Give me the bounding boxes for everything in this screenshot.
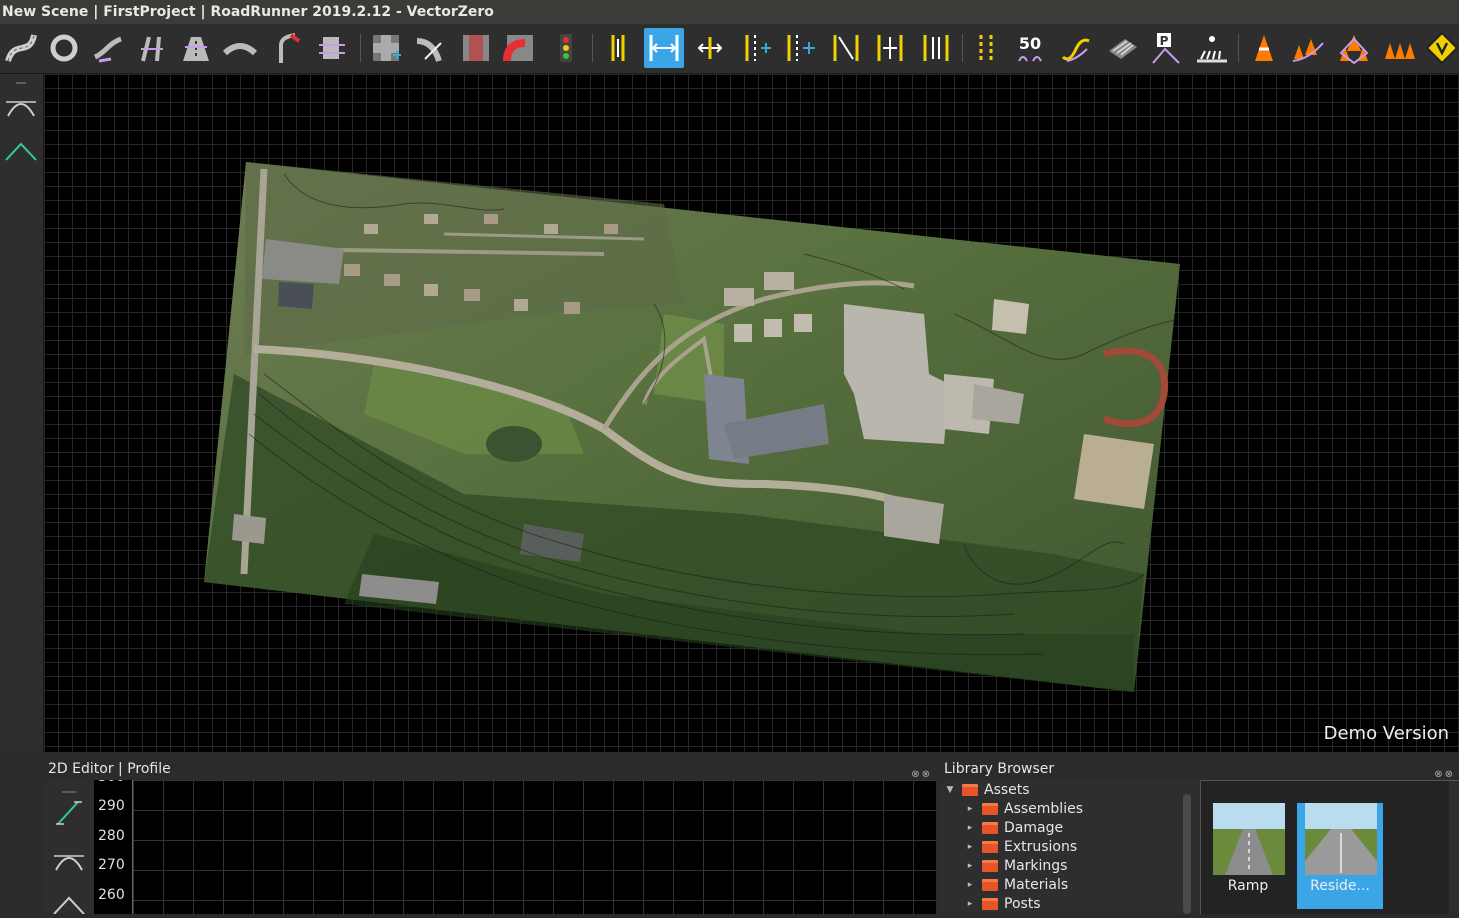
tree-item-materials[interactable]: ▸ Materials <box>964 875 1068 894</box>
2d-editor-tool-icon[interactable] <box>312 28 352 68</box>
tree-item-posts[interactable]: ▸ Posts <box>964 894 1041 913</box>
speed-sign-tool-icon[interactable]: 50 <box>1010 28 1050 68</box>
divider-icon <box>4 74 38 84</box>
chevron-right-icon[interactable]: ▸ <box>964 880 976 890</box>
marking-align-tool-icon[interactable] <box>916 28 956 68</box>
folder-icon <box>982 802 998 815</box>
tree-item-damage[interactable]: ▸ Damage <box>964 818 1063 837</box>
marking-span-tool-icon[interactable] <box>780 28 820 68</box>
signal-tool-icon[interactable] <box>546 28 586 68</box>
chevron-right-icon[interactable]: ▸ <box>964 804 976 814</box>
asset-label: Reside... <box>1310 878 1370 894</box>
axis-tick: 270 <box>98 857 125 873</box>
junction-edit-tool-icon[interactable] <box>500 28 540 68</box>
parking-tool-icon[interactable]: P <box>1146 28 1186 68</box>
left-toolbar <box>0 74 44 752</box>
curve-marking-tool-icon[interactable] <box>1056 28 1096 68</box>
slope-tool-icon[interactable] <box>52 890 86 915</box>
profile-panel-header: 2D Editor | Profile ⊗⊗ <box>44 756 936 780</box>
profile-panel-title: 2D Editor | Profile <box>48 761 171 777</box>
chevron-right-icon[interactable]: ▸ <box>964 899 976 909</box>
aerial-imagery <box>204 162 1181 692</box>
library-panel-title: Library Browser <box>944 761 1055 777</box>
tree-item-assemblies[interactable]: ▸ Assemblies <box>964 799 1083 818</box>
tree-item-extrusions[interactable]: ▸ Extrusions <box>964 837 1077 856</box>
folder-icon <box>982 878 998 891</box>
axis-tick: 290 <box>98 798 125 814</box>
marking-point-tool-icon[interactable] <box>690 28 730 68</box>
circle-road-tool-icon[interactable] <box>44 28 84 68</box>
folder-icon <box>982 840 998 853</box>
profile-grid <box>132 780 936 914</box>
folder-icon <box>962 783 978 796</box>
library-panel-header: Library Browser ⊗⊗ <box>940 756 1459 780</box>
asset-thumbnail-ramp[interactable]: Ramp <box>1205 803 1291 909</box>
library-tree: ▼ Assets ▸ Assemblies ▸ Damage ▸ Extrusi… <box>940 780 1180 914</box>
tree-item-label: Markings <box>1004 857 1068 874</box>
svg-text:50: 50 <box>1019 34 1041 53</box>
marking-edit-tool-icon[interactable] <box>870 28 910 68</box>
divider-icon <box>52 780 86 793</box>
sign-tool-icon[interactable] <box>1422 28 1459 68</box>
folder-icon <box>982 897 998 910</box>
axis-tick: 280 <box>98 828 125 844</box>
tree-item-label: Extrusions <box>1004 838 1078 855</box>
lane-marking-tool-icon[interactable] <box>598 28 638 68</box>
vertical-curve-crest-icon[interactable] <box>52 844 86 878</box>
asset-thumbnails: Ramp Reside... <box>1200 780 1459 915</box>
lane-form-tool-icon[interactable] <box>220 28 260 68</box>
lane-width-tool-icon[interactable] <box>132 28 172 68</box>
3d-viewport[interactable]: Demo Version <box>44 74 1459 752</box>
thumbnails-scrollbar[interactable] <box>1449 781 1459 915</box>
tree-item-label: Assets <box>984 781 1030 798</box>
tree-item-label: Posts <box>1004 895 1041 912</box>
svg-text:P: P <box>1160 34 1169 48</box>
corner-tool-icon[interactable] <box>456 28 496 68</box>
folder-icon <box>982 859 998 872</box>
marking-split-tool-icon[interactable] <box>826 28 866 68</box>
tree-item-assets[interactable]: ▼ Assets <box>944 780 1030 799</box>
elevation-curve-icon[interactable] <box>52 796 86 830</box>
axis-tick: 300 <box>98 780 125 785</box>
marking-join-tool-icon[interactable] <box>966 28 1006 68</box>
vertical-curve-crest-icon[interactable] <box>4 90 38 124</box>
tree-item-label: Damage <box>1004 819 1064 836</box>
prop-polygon-tool-icon[interactable] <box>1334 28 1374 68</box>
axis-tick: 260 <box>98 887 125 903</box>
marking-stencil-tool-icon[interactable] <box>736 28 776 68</box>
folder-icon <box>982 821 998 834</box>
tree-item-label: Assemblies <box>1004 800 1083 817</box>
maneuver-tool-icon[interactable] <box>410 28 450 68</box>
slope-tool-icon[interactable] <box>4 134 38 168</box>
chevron-down-icon[interactable]: ▼ <box>944 785 956 795</box>
lane-carve-tool-icon[interactable] <box>268 28 308 68</box>
residential-preview-image <box>1305 803 1377 875</box>
crosswalk-tool-icon[interactable] <box>1192 28 1232 68</box>
tree-scrollbar[interactable] <box>1180 780 1194 914</box>
demo-watermark: Demo Version <box>1323 723 1449 744</box>
prop-span-tool-icon[interactable] <box>1380 28 1420 68</box>
profile-graph[interactable]: 300 290 280 270 260 <box>94 780 936 914</box>
ramp-preview-image <box>1213 803 1285 875</box>
road-plan-tool-icon[interactable] <box>1 28 41 68</box>
chevron-right-icon[interactable]: ▸ <box>964 861 976 871</box>
chevron-right-icon[interactable]: ▸ <box>964 842 976 852</box>
asset-label: Ramp <box>1227 878 1269 894</box>
chevron-right-icon[interactable]: ▸ <box>964 823 976 833</box>
window-title: New Scene | FirstProject | RoadRunner 20… <box>0 0 1459 24</box>
prop-point-tool-icon[interactable] <box>1244 28 1284 68</box>
prop-curve-tool-icon[interactable] <box>1288 28 1328 68</box>
lane-tool-icon[interactable] <box>88 28 128 68</box>
surface-tool-icon[interactable] <box>1102 28 1142 68</box>
junction-tool-icon[interactable] <box>366 28 406 68</box>
profile-tools <box>44 780 94 915</box>
marking-curve-tool-icon[interactable] <box>644 28 684 68</box>
main-toolbar: 50 P <box>0 24 1459 74</box>
profile-axis: 300 290 280 270 260 <box>94 780 132 914</box>
tree-item-markings[interactable]: ▸ Markings <box>964 856 1068 875</box>
lane-add-tool-icon[interactable] <box>176 28 216 68</box>
tree-item-label: Materials <box>1004 876 1069 893</box>
asset-thumbnail-residential[interactable]: Reside... <box>1297 803 1383 909</box>
scrollbar-thumb[interactable] <box>1183 794 1191 914</box>
